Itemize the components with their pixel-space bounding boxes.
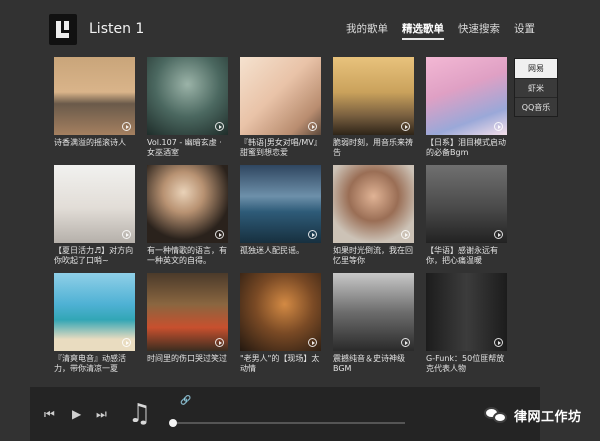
player-bar: ⏮ ▶ ⏭ ♫ 🔗 — [30, 387, 540, 441]
playlist-cover[interactable] — [54, 57, 135, 135]
playlist-card[interactable]: 『韩语|男女对唱/MV』甜蜜到想恋爱 — [240, 57, 321, 157]
playlist-caption[interactable]: 诗香满溢的摇滚诗人 — [54, 138, 135, 158]
play-circle-icon[interactable] — [401, 230, 410, 239]
watermark: 律网工作坊 — [484, 401, 582, 429]
playlist-cover[interactable] — [426, 57, 507, 135]
playlist-cover[interactable] — [147, 165, 228, 243]
play-circle-icon[interactable] — [122, 230, 131, 239]
playlist-caption[interactable]: Vol.107 - 幽暗玄虚 · 女巫酒室 — [147, 138, 228, 158]
playlist-caption[interactable]: 『韩语|男女对唱/MV』甜蜜到想恋爱 — [240, 138, 321, 158]
playlist-caption[interactable]: "老男人"的【现场】太动情 — [240, 354, 321, 374]
play-circle-icon[interactable] — [494, 338, 503, 347]
playlist-cover[interactable] — [54, 273, 135, 351]
playlist-cover[interactable] — [333, 273, 414, 351]
playlist-card[interactable]: 时间里的伤口哭过笑过 — [147, 273, 228, 370]
source-qqmusic[interactable]: QQ音乐 — [515, 97, 557, 116]
play-circle-icon[interactable] — [215, 122, 224, 131]
playlist-card[interactable]: 诗香满溢的摇滚诗人 — [54, 57, 135, 154]
playlist-cover[interactable] — [426, 165, 507, 243]
play-circle-icon[interactable] — [401, 338, 410, 347]
playlist-caption[interactable]: 【华语】感谢永远有你，把心痛温暖 — [426, 246, 507, 266]
playlist-card[interactable]: 震撼纯音＆史诗神级BGM — [333, 273, 414, 373]
playlist-cover[interactable] — [333, 165, 414, 243]
playlist-caption[interactable]: 『清爽电音』动感活力，带你清凉一夏 — [54, 354, 135, 374]
play-circle-icon[interactable] — [215, 338, 224, 347]
playlist-card[interactable]: 『清爽电音』动感活力，带你清凉一夏 — [54, 273, 135, 373]
next-track-icon[interactable]: ⏭ — [96, 407, 107, 422]
source-xiami[interactable]: 虾米 — [515, 78, 557, 97]
playlist-card[interactable]: 【日系】泪目模式启动的必备Bgm — [426, 57, 507, 157]
playlist-caption[interactable]: 【夏日活力♬】对方向你吹起了口哨~ — [54, 246, 135, 266]
playlist-caption[interactable]: 孤独迷人配民谣。 — [240, 246, 321, 266]
playlist-card[interactable]: 孤独迷人配民谣。 — [240, 165, 321, 262]
playlist-caption[interactable]: 时间里的伤口哭过笑过 — [147, 354, 228, 374]
playlist-card[interactable]: 有一种情歌的语言，有一种英文的自得。 — [147, 165, 228, 265]
nav-settings[interactable]: 设置 — [514, 21, 535, 36]
play-circle-icon[interactable] — [122, 338, 131, 347]
nav-featured-playlists[interactable]: 精选歌单 — [402, 21, 444, 40]
watermark-text: 律网工作坊 — [514, 409, 582, 425]
playlist-card[interactable]: Vol.107 - 幽暗玄虚 · 女巫酒室 — [147, 57, 228, 157]
playlist-cover[interactable] — [426, 273, 507, 351]
play-icon[interactable]: ▶ — [72, 407, 81, 421]
playlist-caption[interactable]: 如果时光倒流，我在回忆里等你 — [333, 246, 414, 266]
play-circle-icon[interactable] — [122, 122, 131, 131]
main-nav: 我的歌单 精选歌单 快速搜索 设置 — [346, 21, 549, 40]
music-note-icon: ♫ — [128, 399, 152, 429]
playlist-caption[interactable]: 脆弱时刻，用音乐来祷告 — [333, 138, 414, 158]
previous-track-icon[interactable]: ⏮ — [44, 407, 55, 422]
playlist-card[interactable]: 脆弱时刻，用音乐来祷告 — [333, 57, 414, 157]
play-circle-icon[interactable] — [401, 122, 410, 131]
playlist-grid: 诗香满溢的摇滚诗人 Vol.107 - 幽暗玄虚 · 女巫酒室 『韩语|男女对唱… — [54, 57, 516, 373]
playlist-cover[interactable] — [240, 273, 321, 351]
source-netease[interactable]: 网易 — [515, 59, 557, 78]
play-circle-icon[interactable] — [308, 122, 317, 131]
progress-bar[interactable] — [169, 419, 405, 427]
playlist-caption[interactable]: 有一种情歌的语言，有一种英文的自得。 — [147, 246, 228, 266]
playlist-card[interactable]: 【夏日活力♬】对方向你吹起了口哨~ — [54, 165, 135, 265]
playlist-caption[interactable]: G-Funk：50位匪帮放克代表人物 — [426, 354, 507, 374]
progress-knob[interactable] — [169, 419, 177, 427]
app-header: Listen 1 我的歌单 精选歌单 快速搜索 设置 — [0, 0, 600, 52]
playlist-caption[interactable]: 【日系】泪目模式启动的必备Bgm — [426, 138, 507, 158]
playlist-cover[interactable] — [147, 57, 228, 135]
playlist-card[interactable]: "老男人"的【现场】太动情 — [240, 273, 321, 373]
link-icon[interactable]: 🔗 — [180, 396, 191, 406]
play-circle-icon[interactable] — [215, 230, 224, 239]
app-title: Listen 1 — [89, 21, 145, 37]
playlist-card[interactable]: 如果时光倒流，我在回忆里等你 — [333, 165, 414, 265]
playlist-cover[interactable] — [240, 165, 321, 243]
playlist-card[interactable]: G-Funk：50位匪帮放克代表人物 — [426, 273, 507, 373]
app-logo-icon — [49, 14, 77, 45]
play-circle-icon[interactable] — [308, 338, 317, 347]
playlist-cover[interactable] — [54, 165, 135, 243]
playlist-card[interactable]: 【华语】感谢永远有你，把心痛温暖 — [426, 165, 507, 265]
play-circle-icon[interactable] — [494, 230, 503, 239]
wechat-icon — [484, 405, 508, 425]
play-circle-icon[interactable] — [308, 230, 317, 239]
playlist-cover[interactable] — [240, 57, 321, 135]
nav-my-playlists[interactable]: 我的歌单 — [346, 21, 388, 36]
play-circle-icon[interactable] — [494, 122, 503, 131]
source-selector: 网易 虾米 QQ音乐 — [514, 58, 558, 117]
playlist-cover[interactable] — [333, 57, 414, 135]
playlist-caption[interactable]: 震撼纯音＆史诗神级BGM — [333, 354, 414, 374]
playlist-cover[interactable] — [147, 273, 228, 351]
nav-quick-search[interactable]: 快速搜索 — [458, 21, 500, 36]
